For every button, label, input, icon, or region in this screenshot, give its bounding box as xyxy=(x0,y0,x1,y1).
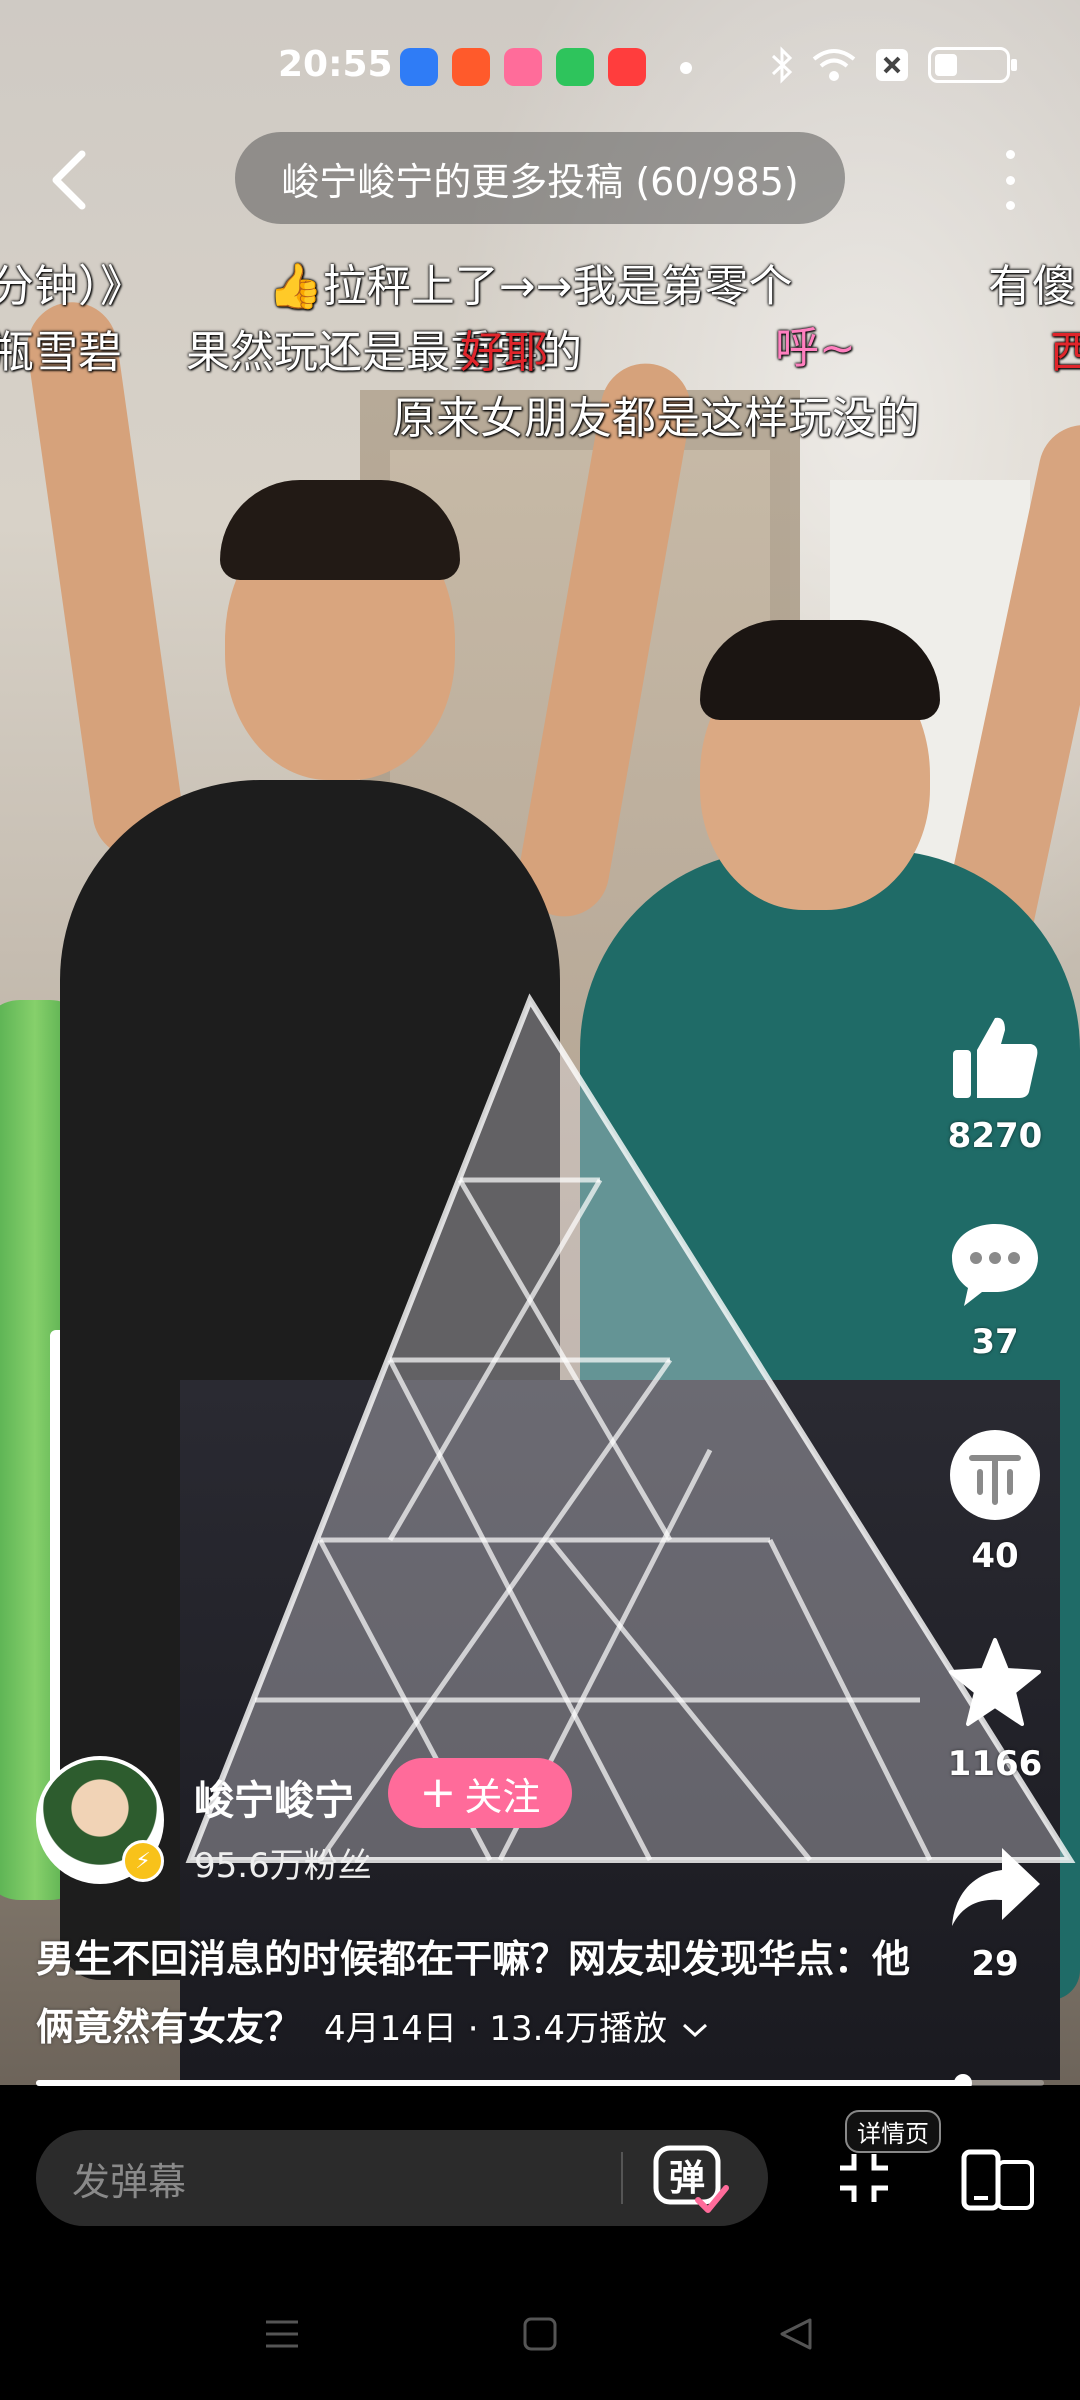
coin-icon xyxy=(950,1430,1040,1520)
rotate-screen-icon[interactable] xyxy=(958,2148,1038,2212)
like-button[interactable]: 8270 xyxy=(940,1010,1050,1156)
bilibili-icon xyxy=(504,48,542,86)
home-icon[interactable] xyxy=(520,2314,560,2354)
qq-browser-icon xyxy=(400,48,438,86)
thumbs-up-icon: 👍 xyxy=(268,261,323,312)
more-notifications-dot xyxy=(680,62,692,74)
danmaku-comment: 原来女朋友都是这样玩没的 xyxy=(392,393,920,444)
more-dot-icon xyxy=(1005,175,1015,185)
danmaku-comment: 呼~ xyxy=(775,323,856,374)
menu-icon[interactable] xyxy=(262,2314,302,2354)
danmaku-toggle-button[interactable]: 弹 xyxy=(650,2138,730,2218)
system-navigation-bar xyxy=(0,2290,1080,2380)
coin-button[interactable]: 40 xyxy=(940,1428,1050,1576)
coin-count: 40 xyxy=(971,1536,1019,1576)
thumbs-up-icon xyxy=(953,1017,1038,1098)
danmaku-comment: 好耶 xyxy=(460,327,548,378)
video-meta: 4月14日 · 13.4万播放 xyxy=(324,2009,668,2049)
more-options-button[interactable] xyxy=(990,150,1030,210)
danmaku-comment: 有傻 xyxy=(988,261,1076,312)
notification-icons xyxy=(400,48,646,86)
favorite-button[interactable]: 1166 xyxy=(940,1636,1050,1784)
more-dot-icon xyxy=(1005,201,1015,210)
battery-icon xyxy=(928,47,1017,83)
danmaku-comment: 👍拉秤上了→→我是第零个 xyxy=(268,261,793,312)
status-time: 20:55 xyxy=(278,44,393,85)
uploader-name[interactable]: 峻宁峻宁 xyxy=(194,1768,354,1826)
danmaku-comment: 分钟）》 xyxy=(0,261,144,312)
follow-label: 关注 xyxy=(464,1774,541,1819)
favorite-count: 1166 xyxy=(947,1744,1043,1784)
back-button[interactable] xyxy=(42,140,102,220)
fan-count: 95.6万粉丝 xyxy=(194,1846,372,1886)
exit-fullscreen-icon[interactable] xyxy=(836,2150,892,2206)
share-count: 29 xyxy=(971,1944,1019,1984)
person-right-hair xyxy=(700,620,940,720)
follow-button[interactable]: + 关注 xyxy=(388,1758,572,1828)
like-count: 8270 xyxy=(947,1116,1043,1156)
star-icon xyxy=(949,1638,1041,1726)
no-sim-icon xyxy=(876,49,908,81)
chevron-down-icon[interactable] xyxy=(680,2020,710,2040)
bluetooth-icon xyxy=(771,46,793,84)
kuaishou-icon xyxy=(452,48,490,86)
shop-icon xyxy=(556,48,594,86)
plus-icon: + xyxy=(419,1767,457,1818)
back-nav-icon[interactable] xyxy=(776,2314,816,2354)
wifi-icon xyxy=(812,49,856,81)
danmaku-comment: 瓶雪碧 xyxy=(0,327,122,378)
lightning-badge-icon: ⚡ xyxy=(122,1840,164,1882)
person-arm xyxy=(21,296,189,864)
collection-title[interactable]: 峻宁峻宁的更多投稿 (60/985) xyxy=(235,132,845,224)
danmaku-comment: 西 xyxy=(1050,327,1080,378)
comment-icon xyxy=(952,1224,1038,1306)
person-left-hair xyxy=(220,480,460,580)
comment-count: 37 xyxy=(971,1322,1019,1362)
danmaku-toggle-icon: 弹 xyxy=(653,2145,729,2213)
share-button[interactable]: 29 xyxy=(940,1844,1050,1984)
comment-button[interactable]: 37 xyxy=(940,1220,1050,1362)
detail-page-label[interactable]: 详情页 xyxy=(845,2110,941,2153)
status-bar: 20:55 xyxy=(0,0,1080,135)
system-icons xyxy=(770,46,1017,84)
music-icon xyxy=(608,48,646,86)
danmaku-toggle-label: 弹 xyxy=(669,2158,705,2199)
danmaku-placeholder: 发弹幕 xyxy=(72,2159,187,2204)
share-arrow-icon xyxy=(952,1848,1040,1926)
video-description[interactable]: 男生不回消息的时候都在干嘛？网友却发现华点：他俩竟然有女友？ 4月14日 · 13… xyxy=(36,1925,916,2063)
divider xyxy=(621,2152,623,2204)
more-dot-icon xyxy=(1005,150,1015,159)
